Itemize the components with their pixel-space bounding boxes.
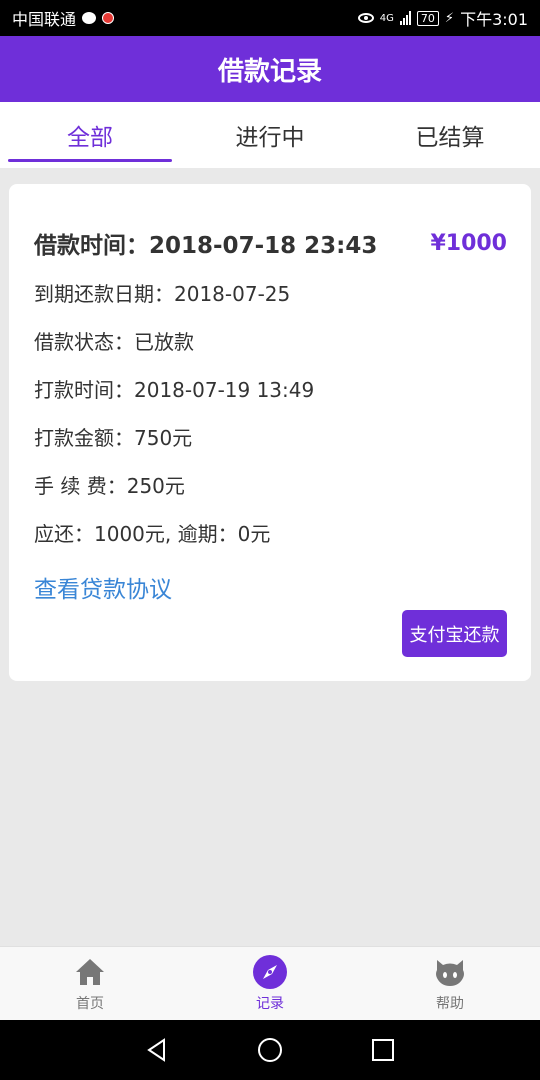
loan-amount: ¥1000 [430, 230, 507, 256]
nav-home[interactable]: 首页 [0, 947, 180, 1020]
loan-title-row: 借款时间：2018-07-18 23:43 ¥1000 [34, 226, 507, 260]
home-circle-icon[interactable] [253, 1033, 287, 1067]
nav-records[interactable]: 记录 [180, 947, 360, 1020]
status-left: 中国联通 [12, 6, 115, 30]
carrier-label: 中国联通 [12, 10, 77, 29]
back-icon[interactable] [140, 1033, 174, 1067]
tab-label: 全部 [67, 125, 113, 151]
tab-all[interactable]: 全部 [0, 102, 180, 168]
notification-icon [102, 12, 115, 24]
home-icon [73, 955, 107, 989]
recents-icon[interactable] [366, 1033, 400, 1067]
charging-icon: ⚡ [444, 10, 455, 26]
tab-label: 已结算 [415, 125, 485, 151]
system-nav-bar [0, 1020, 540, 1080]
app-header: 借款记录 [0, 36, 540, 102]
clock: 下午3:01 [460, 10, 528, 29]
service-fee: 手 续 费：250元 [34, 474, 185, 498]
loan-record-card: 借款时间：2018-07-18 23:43 ¥1000 到期还款日期：2018-… [9, 184, 531, 681]
nav-label: 帮助 [436, 995, 464, 1012]
github-cat-icon [433, 955, 467, 989]
nav-help[interactable]: 帮助 [360, 947, 540, 1020]
tab-settled[interactable]: 已结算 [360, 102, 540, 168]
repay-info: 应还：1000元, 逾期：0元 [34, 522, 271, 546]
tab-label: 进行中 [235, 125, 305, 151]
loan-time: 借款时间：2018-07-18 23:43 [34, 233, 378, 259]
status-right: 4G 70 ⚡ 下午3:01 [357, 6, 528, 30]
page-title: 借款记录 [217, 56, 322, 87]
eye-comfort-icon [357, 13, 374, 23]
battery-icon: 70 [416, 10, 439, 26]
due-date: 到期还款日期：2018-07-25 [34, 282, 291, 306]
wechat-icon [82, 12, 97, 24]
loan-status: 借款状态：已放款 [34, 330, 194, 354]
signal-icon [399, 11, 411, 25]
tab-in-progress[interactable]: 进行中 [180, 102, 360, 168]
nav-label: 记录 [256, 995, 284, 1012]
payout-amount: 打款金额：750元 [34, 426, 193, 450]
tab-bar: 全部 进行中 已结算 [0, 102, 540, 168]
bottom-nav: 首页 记录 帮助 [0, 946, 540, 1020]
alipay-repay-button[interactable]: 支付宝还款 [402, 610, 507, 657]
compass-icon [253, 954, 287, 989]
nav-label: 首页 [76, 995, 104, 1012]
view-agreement-link[interactable]: 查看贷款协议 [34, 570, 172, 604]
payout-time: 打款时间：2018-07-19 13:49 [34, 378, 315, 402]
network-label: 4G [379, 12, 394, 24]
status-bar: 中国联通 4G 70 ⚡ 下午3:01 [0, 0, 540, 36]
